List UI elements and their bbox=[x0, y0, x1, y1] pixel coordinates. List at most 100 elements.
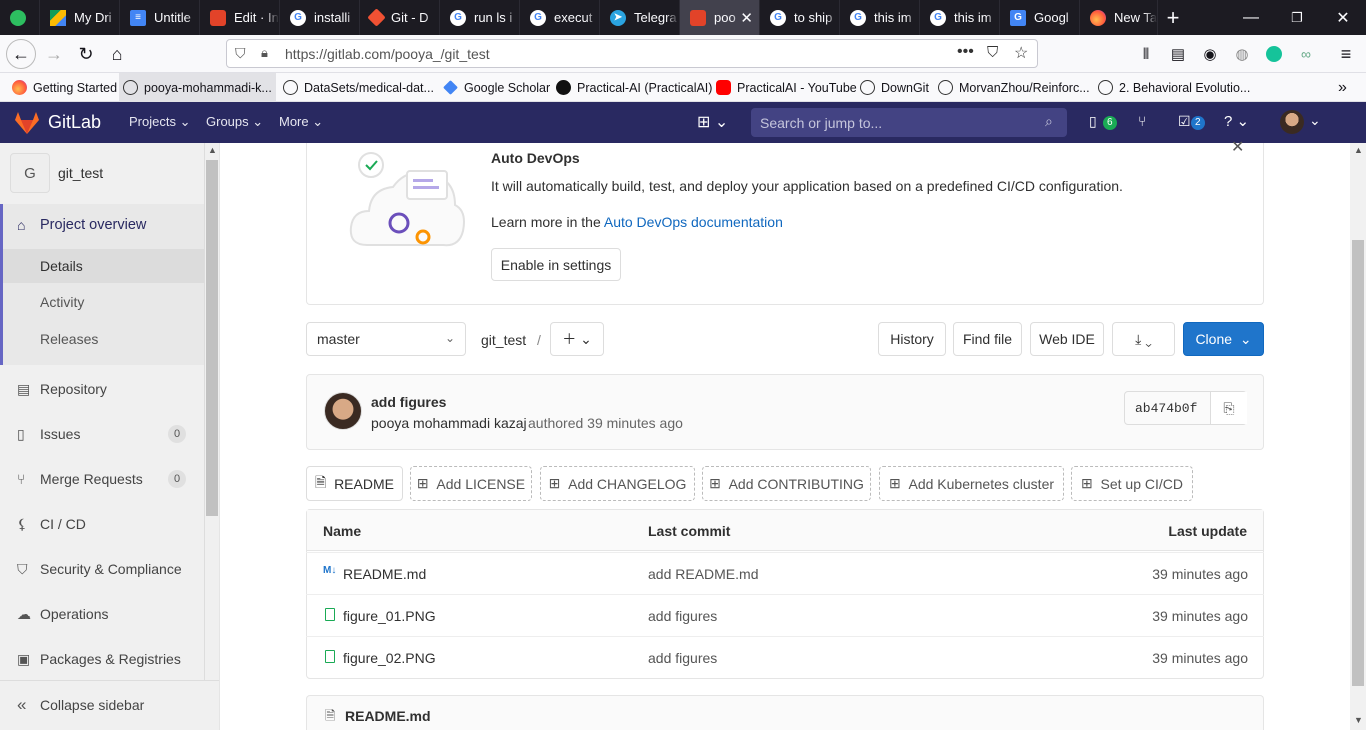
bookmark-item[interactable]: DataSets/medical-dat... bbox=[283, 73, 434, 102]
url-text[interactable]: https://gitlab.com/pooya_/git_test bbox=[285, 46, 490, 62]
sidebar-item-security[interactable]: ⛉ Security & Compliance bbox=[0, 553, 204, 585]
reload-icon[interactable]: ↻ bbox=[72, 40, 100, 68]
todos-icon[interactable]: ☑ bbox=[1178, 113, 1191, 130]
file-name-link[interactable]: README.md bbox=[343, 566, 426, 582]
gitlab-brand[interactable]: GitLab bbox=[48, 112, 101, 133]
sidebar-item-project-overview[interactable]: ⌂ Project overview bbox=[0, 209, 204, 241]
account-icon[interactable]: ◉ bbox=[1196, 40, 1224, 68]
shield-icon[interactable]: ⛉ bbox=[235, 45, 246, 62]
web-ide-button[interactable]: Web IDE bbox=[1030, 322, 1104, 356]
new-tab-icon[interactable]: + bbox=[1158, 0, 1188, 35]
back-icon[interactable]: ← bbox=[6, 39, 36, 69]
sidebar-subitem-activity[interactable]: Activity bbox=[0, 286, 204, 318]
sidebar-subitem-details[interactable]: Details bbox=[3, 249, 204, 283]
more-menu[interactable]: More ⌄ bbox=[279, 114, 323, 130]
sidebar-item-merge-requests[interactable]: ⑂ Merge Requests 0 bbox=[0, 463, 204, 495]
bookmark-item[interactable]: MorvanZhou/Reinforc... bbox=[938, 73, 1090, 102]
file-last-commit[interactable]: add figures bbox=[648, 650, 717, 666]
new-item-icon[interactable]: ⊞ ⌄ bbox=[697, 112, 728, 132]
browser-tab[interactable]: G installi bbox=[280, 0, 360, 35]
browser-tab[interactable]: G this im bbox=[840, 0, 920, 35]
sidebar-subitem-releases[interactable]: Releases bbox=[0, 323, 204, 355]
add-to-tree-button[interactable]: ＋ ⌄ bbox=[550, 322, 604, 356]
bookmark-item[interactable]: Google Scholar bbox=[443, 73, 550, 102]
lock-icon[interactable]: 🔒︎ bbox=[261, 45, 268, 61]
bookmark-item[interactable]: DownGit bbox=[860, 73, 929, 102]
bookmark-item[interactable]: pooya-mohammadi-k... bbox=[119, 73, 276, 102]
forward-icon[interactable]: → bbox=[40, 40, 68, 68]
browser-tab-active[interactable]: poo ✕ bbox=[680, 0, 760, 35]
pocket-icon[interactable]: ⛉ bbox=[987, 44, 998, 61]
readme-button[interactable]: 🗎︎ README bbox=[306, 466, 403, 501]
bookmark-item[interactable]: Getting Started bbox=[12, 73, 117, 102]
add-contributing-button[interactable]: ⊞ Add CONTRIBUTING bbox=[702, 466, 871, 501]
browser-tab[interactable]: G this im bbox=[920, 0, 1000, 35]
projects-menu[interactable]: Projects ⌄ bbox=[129, 114, 191, 130]
extension-icon[interactable]: ∞ bbox=[1292, 40, 1320, 68]
project-name[interactable]: git_test bbox=[58, 165, 103, 181]
add-kubernetes-cluster-button[interactable]: ⊞ Add Kubernetes cluster bbox=[879, 466, 1064, 501]
commit-author[interactable]: pooya mohammadi kazaj bbox=[371, 415, 527, 431]
bookmark-item[interactable]: Practical-AI (PracticalAI) bbox=[556, 73, 712, 102]
close-window-icon[interactable]: ✕ bbox=[1320, 0, 1366, 35]
sidebar-scrollbar[interactable]: ▲ bbox=[204, 143, 219, 680]
copy-sha-icon[interactable]: ⎘ bbox=[1210, 392, 1247, 424]
browser-tab[interactable]: Git - D bbox=[360, 0, 440, 35]
chevron-down-icon[interactable]: ⌄ bbox=[1309, 112, 1321, 129]
library-icon[interactable]: ⫴ bbox=[1132, 40, 1160, 68]
sidebar-item-packages[interactable]: ▣ Packages & Registries bbox=[0, 643, 204, 675]
file-name-link[interactable]: figure_01.PNG bbox=[343, 608, 436, 624]
home-icon[interactable]: ⌂ bbox=[103, 40, 131, 68]
restore-icon[interactable]: ❐ bbox=[1274, 0, 1320, 35]
user-avatar[interactable] bbox=[1280, 110, 1304, 134]
sidebar-toggle-icon[interactable]: ▤ bbox=[1164, 40, 1192, 68]
commit-sha[interactable]: ab474b0f bbox=[1135, 401, 1197, 416]
bookmark-item[interactable]: 2. Behavioral Evolutio... bbox=[1098, 73, 1250, 102]
groups-menu[interactable]: Groups ⌄ bbox=[206, 114, 263, 130]
table-row[interactable]: figure_01.PNG add figures 39 minutes ago bbox=[306, 594, 1264, 636]
find-file-button[interactable]: Find file bbox=[953, 322, 1022, 356]
bookmark-item[interactable]: PracticalAI - YouTube bbox=[716, 73, 857, 102]
issues-count-badge[interactable]: 6 bbox=[1103, 116, 1117, 130]
todos-count-badge[interactable]: 2 bbox=[1191, 116, 1205, 130]
menu-icon[interactable]: ≡ bbox=[1332, 40, 1360, 68]
sidebar-item-ci-cd[interactable]: ⚸ CI / CD bbox=[0, 508, 204, 540]
grammarly-icon[interactable] bbox=[1260, 40, 1288, 68]
close-tab-icon[interactable]: ✕ bbox=[740, 9, 753, 27]
enable-in-settings-button[interactable]: Enable in settings bbox=[491, 248, 621, 281]
file-last-commit[interactable]: add README.md bbox=[648, 566, 758, 582]
sidebar-item-repository[interactable]: ▤ Repository bbox=[0, 373, 204, 405]
browser-tab[interactable] bbox=[0, 0, 40, 35]
help-icon[interactable]: ? ⌄ bbox=[1224, 112, 1249, 130]
sidebar-item-operations[interactable]: ☁ Operations bbox=[0, 598, 204, 630]
gitlab-logo-icon[interactable] bbox=[14, 111, 40, 135]
table-row[interactable]: M↓ README.md add README.md 39 minutes ag… bbox=[306, 552, 1264, 594]
browser-tab[interactable]: ➤ Telegra bbox=[600, 0, 680, 35]
browser-tab[interactable]: Edit · In bbox=[200, 0, 280, 35]
sidebar-item-issues[interactable]: ▯ Issues 0 bbox=[0, 418, 204, 450]
issues-icon[interactable]: ▯ bbox=[1089, 113, 1097, 130]
browser-tab[interactable]: New Ta bbox=[1080, 0, 1158, 35]
breadcrumb-repo-name[interactable]: git_test bbox=[481, 332, 526, 348]
project-avatar[interactable]: G bbox=[10, 153, 50, 193]
page-scrollbar[interactable]: ▲ ▼ bbox=[1350, 143, 1366, 730]
history-button[interactable]: History bbox=[878, 322, 946, 356]
search-input[interactable]: Search or jump to... ⌕ bbox=[751, 108, 1067, 137]
address-bar[interactable]: ⛉ 🔒︎ https://gitlab.com/pooya_/git_test … bbox=[226, 39, 1038, 68]
collapse-sidebar-button[interactable]: « Collapse sidebar bbox=[0, 689, 204, 721]
file-name-link[interactable]: figure_02.PNG bbox=[343, 650, 436, 666]
download-button[interactable]: ⤓ ⌄ bbox=[1112, 322, 1175, 356]
author-avatar[interactable] bbox=[324, 392, 362, 430]
more-bookmarks-icon[interactable]: » bbox=[1338, 73, 1347, 102]
branch-select[interactable]: master ⌄ bbox=[306, 322, 466, 356]
commit-message[interactable]: add figures bbox=[371, 394, 446, 410]
browser-tab[interactable]: ≡ Untitle bbox=[120, 0, 200, 35]
browser-tab[interactable]: My Dri bbox=[40, 0, 120, 35]
add-changelog-button[interactable]: ⊞ Add CHANGELOG bbox=[540, 466, 695, 501]
browser-tab[interactable]: G to ship bbox=[760, 0, 840, 35]
table-row[interactable]: figure_02.PNG add figures 39 minutes ago bbox=[306, 636, 1264, 678]
close-icon[interactable]: ✕ bbox=[1231, 137, 1244, 157]
browser-tab[interactable]: G run ls i bbox=[440, 0, 520, 35]
globe-icon[interactable]: ◍ bbox=[1228, 40, 1256, 68]
clone-button[interactable]: Clone ⌄ bbox=[1183, 322, 1264, 356]
